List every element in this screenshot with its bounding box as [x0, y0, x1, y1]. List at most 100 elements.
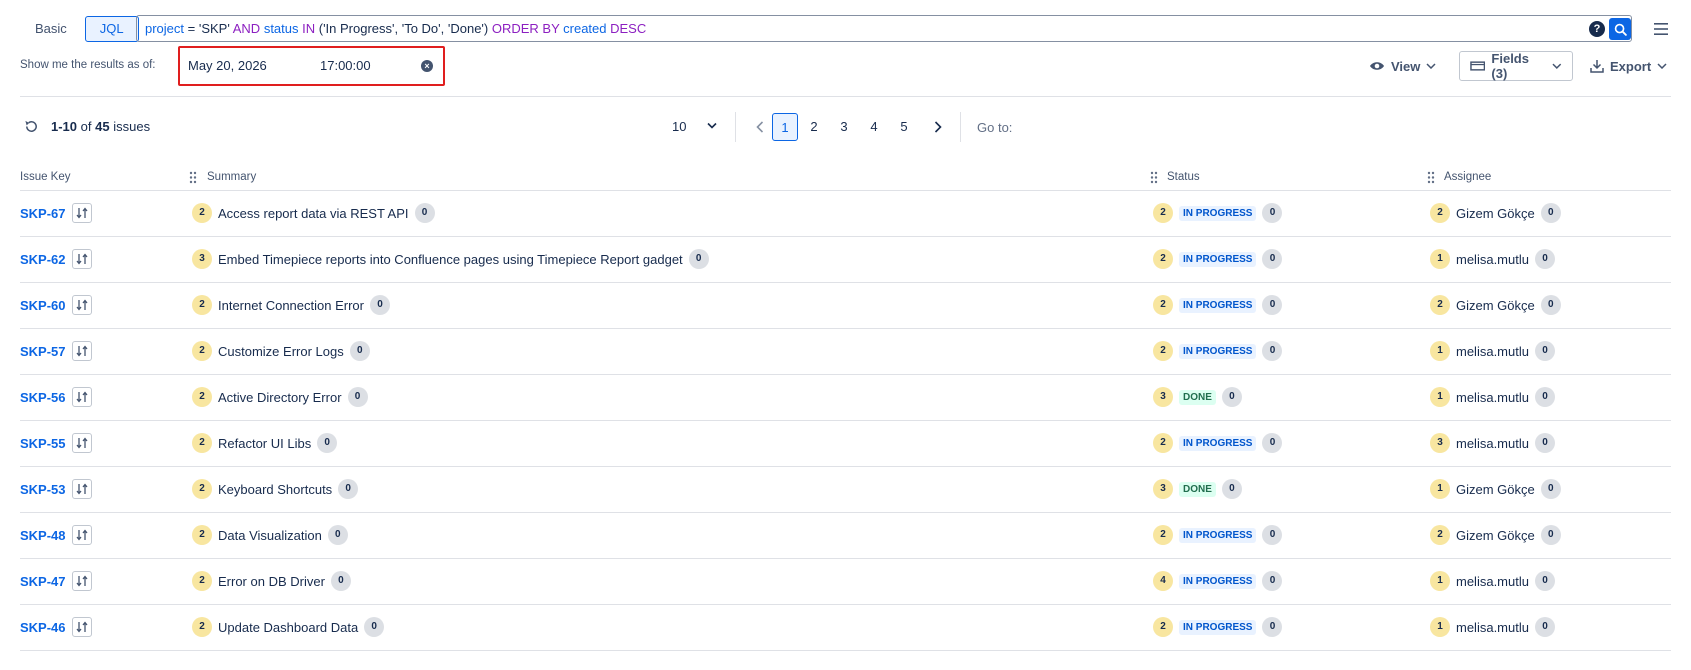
issue-key-link[interactable]: SKP-46	[20, 620, 66, 635]
page-button-5[interactable]: 5	[891, 113, 917, 141]
issue-key-link[interactable]: SKP-57	[20, 344, 66, 359]
assignee-change-count: 0	[1540, 295, 1561, 315]
status-cell: 4 IN PROGRESS 0	[1153, 571, 1283, 591]
summary-text[interactable]: Embed Timepiece reports into Confluence …	[218, 252, 683, 267]
chevron-left-icon[interactable]	[756, 121, 764, 133]
issue-key-cell: SKP-67	[20, 203, 92, 223]
assignee-name: melisa.mutlu	[1456, 389, 1529, 405]
transition-icon[interactable]	[71, 525, 92, 545]
summary-text[interactable]: Customize Error Logs	[218, 344, 344, 359]
as-of-date-input[interactable]: May 20, 2026	[188, 58, 267, 73]
issue-key-link[interactable]: SKP-47	[20, 574, 66, 589]
table-row: SKP-47 2 Error on DB Driver 0 4 IN PROGRESS 0 1…	[0, 559, 1691, 605]
summary-text[interactable]: Refactor UI Libs	[218, 436, 311, 451]
transition-icon[interactable]	[71, 387, 92, 407]
status-history-count: 3	[1153, 387, 1173, 407]
export-button[interactable]: Export	[1590, 51, 1667, 81]
column-header-status[interactable]: Status	[1167, 171, 1200, 183]
per-page-select[interactable]: 10	[672, 119, 686, 134]
assignee-change-count: 0	[1534, 341, 1555, 361]
summary-text[interactable]: Active Directory Error	[218, 390, 342, 405]
status-change-count: 0	[1262, 433, 1283, 453]
summary-change-count: 0	[364, 617, 385, 637]
assignee-history-count: 2	[1430, 203, 1450, 223]
status-history-count: 3	[1153, 479, 1173, 499]
jql-query-input[interactable]: project = 'SKP' AND status IN ('In Progr…	[136, 15, 1632, 42]
status-change-count: 0	[1262, 571, 1283, 591]
assignee-name: Gizem Gökçe	[1456, 527, 1535, 543]
summary-text[interactable]: Keyboard Shortcuts	[218, 482, 332, 497]
summary-cell: 2 Internet Connection Error 0	[192, 295, 390, 315]
page-button-4[interactable]: 4	[861, 113, 887, 141]
transition-icon[interactable]	[71, 617, 92, 637]
hamburger-menu-icon[interactable]	[1653, 20, 1669, 38]
issue-key-link[interactable]: SKP-56	[20, 390, 66, 405]
summary-text[interactable]: Update Dashboard Data	[218, 620, 358, 635]
status-lozenge: IN PROGRESS	[1179, 619, 1257, 635]
column-header-issue-key[interactable]: Issue Key	[20, 171, 71, 183]
transition-icon[interactable]	[71, 341, 92, 361]
issue-key-link[interactable]: SKP-48	[20, 528, 66, 543]
summary-text[interactable]: Error on DB Driver	[218, 574, 325, 589]
as-of-time-input[interactable]: 17:00:00	[320, 58, 371, 73]
issue-key-link[interactable]: SKP-55	[20, 436, 66, 451]
assignee-cell: 3 melisa.mutlu 0	[1430, 433, 1555, 453]
status-cell: 3 DONE 0	[1153, 479, 1242, 499]
assignee-change-count: 0	[1540, 479, 1561, 499]
drag-handle-icon[interactable]	[1150, 171, 1158, 184]
assignee-history-count: 3	[1430, 433, 1450, 453]
transition-icon[interactable]	[71, 295, 92, 315]
table-row: SKP-46 2 Update Dashboard Data 0 2 IN PROGRES…	[0, 605, 1691, 651]
page-button-2[interactable]: 2	[801, 113, 827, 141]
search-button[interactable]	[1609, 18, 1631, 40]
eye-icon	[1370, 62, 1384, 70]
summary-history-count: 2	[192, 341, 212, 361]
column-header-summary[interactable]: Summary	[207, 171, 256, 183]
issue-key-cell: SKP-60	[20, 295, 92, 315]
assignee-history-count: 1	[1430, 571, 1450, 591]
issue-key-link[interactable]: SKP-62	[20, 252, 66, 267]
basic-mode-button[interactable]: Basic	[20, 16, 82, 42]
fields-button[interactable]: Fields (3)	[1459, 51, 1573, 81]
download-icon	[1590, 60, 1604, 73]
page-button-3[interactable]: 3	[831, 113, 857, 141]
summary-text[interactable]: Data Visualization	[218, 528, 322, 543]
status-cell: 2 IN PROGRESS 0	[1153, 525, 1283, 545]
jql-token: AND	[229, 21, 264, 36]
export-label: Export	[1610, 58, 1652, 74]
assignee-cell: 2 Gizem Gökçe 0	[1430, 525, 1561, 545]
chevron-right-icon[interactable]	[934, 121, 942, 133]
summary-cell: 2 Keyboard Shortcuts 0	[192, 479, 359, 499]
jql-token: =	[184, 21, 199, 36]
jql-mode-button[interactable]: JQL	[84, 16, 139, 42]
assignee-name: melisa.mutlu	[1456, 251, 1529, 267]
transition-icon[interactable]	[71, 249, 92, 269]
clear-icon[interactable]: ×	[421, 60, 433, 72]
issue-key-cell: SKP-46	[20, 617, 92, 637]
issue-key-cell: SKP-55	[20, 433, 92, 453]
issue-key-cell: SKP-57	[20, 341, 92, 361]
drag-handle-icon[interactable]	[189, 171, 197, 184]
issue-key-cell: SKP-56	[20, 387, 92, 407]
assignee-change-count: 0	[1534, 617, 1555, 637]
assignee-history-count: 1	[1430, 249, 1450, 269]
transition-icon[interactable]	[71, 433, 92, 453]
issue-key-link[interactable]: SKP-67	[20, 206, 66, 221]
transition-icon[interactable]	[71, 479, 92, 499]
column-header-assignee[interactable]: Assignee	[1444, 171, 1491, 183]
summary-history-count: 2	[192, 617, 212, 637]
drag-handle-icon[interactable]	[1427, 171, 1435, 184]
summary-text[interactable]: Access report data via REST API	[218, 206, 409, 221]
view-button[interactable]: View	[1369, 51, 1436, 81]
transition-icon[interactable]	[71, 203, 92, 223]
help-icon[interactable]: ?	[1589, 21, 1605, 37]
header-divider	[20, 96, 1671, 97]
refresh-icon[interactable]	[24, 119, 39, 134]
issue-key-link[interactable]: SKP-60	[20, 298, 66, 313]
jql-token: status	[263, 21, 299, 36]
transition-icon[interactable]	[71, 571, 92, 591]
issue-key-link[interactable]: SKP-53	[20, 482, 66, 497]
page-button-1[interactable]: 1	[772, 113, 798, 141]
chevron-down-icon[interactable]	[707, 122, 717, 129]
summary-text[interactable]: Internet Connection Error	[218, 298, 364, 313]
